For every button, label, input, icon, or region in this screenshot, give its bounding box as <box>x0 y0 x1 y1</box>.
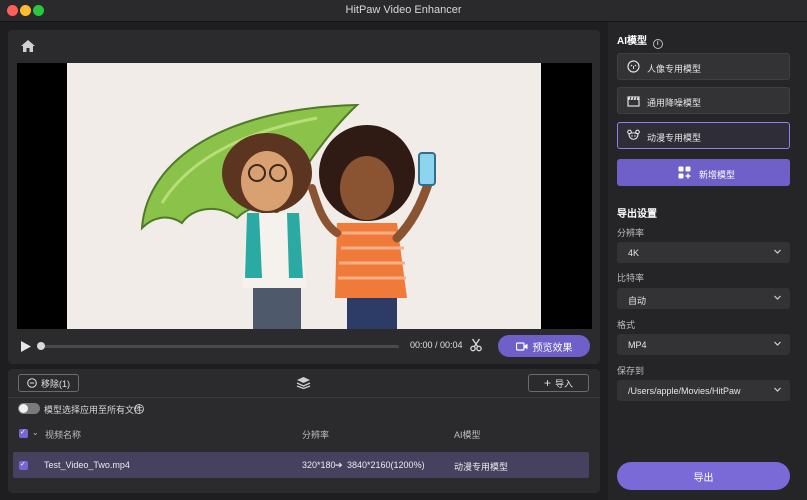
row-model: 动漫专用模型 <box>454 462 509 472</box>
chevron-down-icon <box>774 295 781 300</box>
import-button[interactable]: + 导入 <box>528 374 589 392</box>
chevron-down-icon <box>774 387 781 392</box>
chevron-down-icon <box>774 341 781 346</box>
clapperboard-icon <box>627 96 640 107</box>
target-resolution: 3840*2160(1200%) <box>347 460 425 470</box>
info-icon[interactable]: i <box>134 404 144 414</box>
format-label: 格式 <box>617 320 636 330</box>
plus-icon: + <box>543 376 551 390</box>
video-frame-image <box>67 63 541 329</box>
bear-icon <box>627 129 640 140</box>
player-controls: 00:00 / 00:04 预览效果 <box>17 335 592 357</box>
playback-time: 00:00 / 00:04 <box>410 340 463 350</box>
file-name: Test_Video_Two.mp4 <box>44 460 130 470</box>
progress-thumb[interactable] <box>37 342 45 350</box>
export-settings-title: 导出设置 <box>617 209 657 220</box>
ai-model-title: AI模型 i <box>617 32 663 49</box>
model-card-label: 动漫专用模型 <box>647 133 702 143</box>
format-select[interactable]: MP4 <box>617 334 790 355</box>
add-model-label: 新增模型 <box>699 170 736 180</box>
ai-model-title-text: AI模型 <box>617 36 647 47</box>
minus-circle-icon <box>27 378 37 388</box>
arrow-right-icon: ➔ <box>335 460 343 470</box>
grid-plus-icon <box>678 166 691 179</box>
column-header-name: 视频名称 <box>45 430 82 440</box>
resolution-label: 分辨率 <box>617 228 645 238</box>
progress-bar[interactable] <box>39 345 399 348</box>
export-button[interactable]: 导出 <box>617 462 790 490</box>
play-icon[interactable] <box>20 340 32 353</box>
apply-all-toggle[interactable] <box>18 403 40 414</box>
select-all-checkbox[interactable]: ✓ <box>19 429 28 438</box>
video-camera-icon <box>515 341 527 351</box>
resolution-value: 4K <box>628 248 640 258</box>
video-viewport <box>17 63 592 329</box>
save-to-label: 保存到 <box>617 366 645 376</box>
save-to-select[interactable]: /Users/apple/Movies/HitPaw <box>617 380 790 401</box>
add-model-button[interactable]: 新增模型 <box>617 159 790 186</box>
column-header-resolution: 分辨率 <box>302 430 330 440</box>
remove-button[interactable]: 移除(1) <box>18 374 79 392</box>
model-card-portrait[interactable]: 人像专用模型 <box>617 53 790 80</box>
preview-effect-button[interactable]: 预览效果 <box>498 335 590 357</box>
column-header-model: AI模型 <box>454 430 481 440</box>
scissors-icon[interactable] <box>469 338 483 352</box>
chevron-down-icon[interactable]: ⌄ <box>32 428 39 437</box>
preview-panel: 00:00 / 00:04 预览效果 <box>8 30 600 364</box>
face-icon <box>627 60 640 73</box>
layers-icon[interactable] <box>296 376 311 389</box>
bitrate-value: 自动 <box>628 296 647 306</box>
model-card-anime[interactable]: 动漫专用模型 <box>617 122 790 149</box>
model-card-label: 人像专用模型 <box>647 64 702 74</box>
check-icon: ✓ <box>20 461 26 468</box>
model-card-denoise[interactable]: 通用降噪模型 <box>617 87 790 114</box>
row-checkbox[interactable]: ✓ <box>19 461 28 470</box>
divider <box>8 397 600 398</box>
bitrate-label: 比特率 <box>617 273 645 283</box>
remove-label: 移除(1) <box>41 378 70 389</box>
format-value: MP4 <box>628 340 647 350</box>
chevron-down-icon <box>774 249 781 254</box>
source-resolution: 320*180 <box>302 460 336 470</box>
save-to-value: /Users/apple/Movies/HitPaw <box>628 386 741 396</box>
import-label: 导入 <box>555 378 574 389</box>
home-icon[interactable] <box>20 39 36 53</box>
bitrate-select[interactable]: 自动 <box>617 288 790 309</box>
video-frame <box>67 63 541 329</box>
check-icon: ✓ <box>20 429 26 436</box>
settings-sidebar: AI模型 i 人像专用模型 通用降噪模型 动漫专用模型 新增模型 导出设置 分辨… <box>608 22 807 500</box>
export-label: 导出 <box>693 472 714 484</box>
apply-all-label: 模型选择应用至所有文件 <box>44 405 144 415</box>
file-list-panel: 移除(1) + 导入 模型选择应用至所有文件 i ✓ ⌄ 视频名称 分辨率 AI… <box>8 369 600 493</box>
model-card-label: 通用降噪模型 <box>647 98 702 108</box>
resolution-select[interactable]: 4K <box>617 242 790 263</box>
window-title: HitPaw Video Enhancer <box>345 4 462 16</box>
title-bar: HitPaw Video Enhancer <box>0 0 807 22</box>
file-table-header: ✓ ⌄ 视频名称 分辨率 AI模型 <box>8 426 600 442</box>
toggle-knob <box>19 404 28 413</box>
info-icon[interactable]: i <box>652 39 663 49</box>
preview-effect-label: 预览效果 <box>532 342 573 354</box>
table-row[interactable]: ✓ Test_Video_Two.mp4 320*180 ➔ 3840*2160… <box>13 452 589 478</box>
